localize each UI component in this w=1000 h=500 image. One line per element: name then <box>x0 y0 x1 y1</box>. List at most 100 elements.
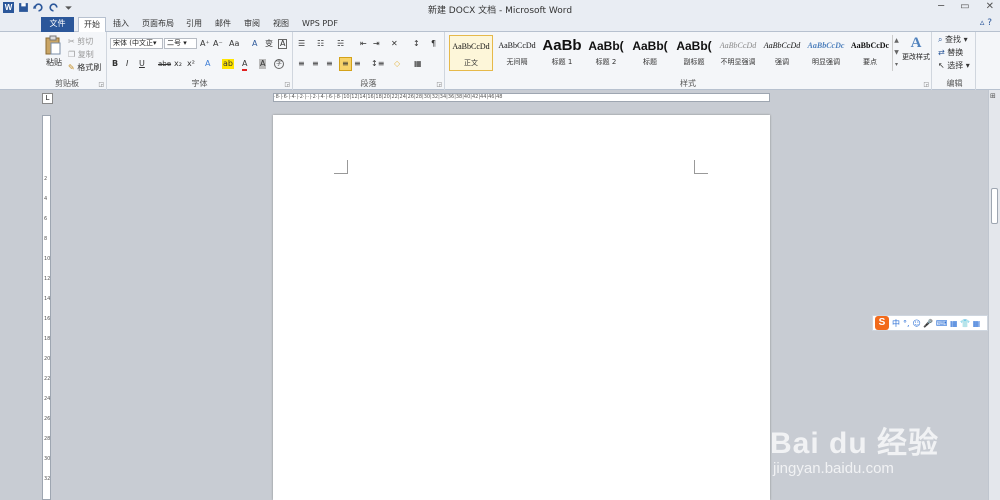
justify-button[interactable]: ≡ <box>339 57 352 71</box>
style-normal[interactable]: AaBbCcDd 正文 <box>449 35 493 71</box>
clear-format-button[interactable]: A <box>252 39 257 49</box>
paste-button[interactable]: 粘贴 <box>46 57 62 68</box>
superscript-button[interactable]: x² <box>187 59 195 69</box>
char-border-icon[interactable]: A <box>278 39 288 49</box>
cut-button[interactable]: ✂ 剪切 <box>68 36 93 47</box>
style-subtle-emphasis[interactable]: AaBbCcDd 不明显强调 <box>716 35 760 71</box>
styles-launcher-icon[interactable]: ◲ <box>923 81 929 88</box>
vertical-ruler[interactable]: 2 4 6 8 10 12 14 16 18 20 22 24 26 28 30 32 <box>42 115 51 500</box>
strikethrough-button[interactable]: abe <box>158 59 171 69</box>
bold-button[interactable]: B <box>112 59 118 69</box>
find-button[interactable]: ⌕ 查找 ▾ <box>938 34 968 45</box>
grow-font-button[interactable]: A⁺ <box>200 39 210 49</box>
subscript-button[interactable]: x₂ <box>174 59 182 69</box>
align-right-button[interactable]: ≡ <box>326 59 333 69</box>
style-name: 要点 <box>863 58 877 66</box>
highlight-button[interactable]: ab <box>222 59 234 69</box>
tab-file[interactable]: 文件 <box>41 17 74 32</box>
style-name: 标题 <box>643 58 657 66</box>
binoculars-icon: ⌕ <box>938 35 943 44</box>
font-launcher-icon[interactable]: ◲ <box>284 81 290 88</box>
style-no-spacing[interactable]: AaBbCcDd 无间隔 <box>495 35 539 71</box>
distributed-button[interactable]: ≡ <box>354 59 361 69</box>
style-emphasis[interactable]: AaBbCcDd 强调 <box>760 35 804 71</box>
restore-button[interactable]: ▭ <box>960 1 969 12</box>
phonetic-guide-icon[interactable]: 变 <box>265 39 273 49</box>
change-case-button[interactable]: Aa <box>229 39 239 49</box>
shading-button[interactable]: ◇ <box>394 59 400 69</box>
numbering-button[interactable]: ☷ <box>317 39 324 49</box>
vertical-scrollbar[interactable]: ⊞ <box>988 90 1000 500</box>
paragraph-launcher-icon[interactable]: ◲ <box>436 81 442 88</box>
replace-button[interactable]: ⇄ 替换 <box>938 47 963 58</box>
italic-button[interactable]: I <box>126 59 128 69</box>
line-spacing-button[interactable]: ↕≡ <box>371 59 384 69</box>
horizontal-ruler[interactable]: ·8·|·6·|·4·|·2·|··|·2·|·4·|·6·|·8·|10|12… <box>273 93 770 102</box>
close-button[interactable]: ✕ <box>986 1 994 12</box>
borders-button[interactable]: ▦ <box>414 59 422 69</box>
styles-group-label: 样式 <box>680 79 696 88</box>
find-label: 查找 ▾ <box>945 35 968 44</box>
text-effects-button[interactable]: A <box>205 59 210 69</box>
tab-references[interactable]: 引用 <box>181 17 207 32</box>
clipboard-launcher-icon[interactable]: ◲ <box>98 81 104 88</box>
tab-page-layout[interactable]: 页面布局 <box>137 17 179 32</box>
style-strong[interactable]: AaBbCcDc 要点 <box>848 35 892 71</box>
bullets-button[interactable]: ☰ <box>298 39 305 49</box>
font-color-button[interactable]: A <box>242 59 248 71</box>
tab-wps-pdf[interactable]: WPS PDF <box>297 17 343 32</box>
font-size-select[interactable]: 二号 ▾ <box>164 38 197 49</box>
document-page[interactable] <box>273 115 770 500</box>
style-heading-2[interactable]: AaBb( 标题 2 <box>584 35 628 71</box>
multilevel-list-button[interactable]: ☵ <box>337 39 344 49</box>
sort-button[interactable]: ↕ <box>413 39 420 49</box>
ruler-toggle-icon[interactable]: ⊞ <box>990 92 996 100</box>
copy-button[interactable]: ❐ 复制 <box>68 49 94 60</box>
enclose-char-button[interactable]: 字 <box>274 59 284 69</box>
change-styles-label: 更改样式 <box>902 53 930 61</box>
tab-mailings[interactable]: 邮件 <box>210 17 236 32</box>
paragraph-group-label: 段落 <box>360 79 377 88</box>
ime-toolbar[interactable]: S 中 °, ☺ 🎤 ⌨ ▦ 👕 ▦ <box>872 315 988 331</box>
font-family-select[interactable]: 宋体 (中文正▾ <box>110 38 163 49</box>
ime-punct[interactable]: °, <box>903 319 910 328</box>
format-painter-button[interactable]: ✎ 格式刷 <box>68 62 101 73</box>
center-button[interactable]: ≡ <box>312 59 319 69</box>
tab-insert[interactable]: 插入 <box>108 17 134 32</box>
style-preview: AaBbCcDd <box>498 41 536 50</box>
help-icon[interactable]: ▵ ? <box>980 18 992 28</box>
paragraph-group: ☰ ☷ ☵ ⇤ ⇥ ✕ ↕ ¶ ≡ ≡ ≡ ≡ ≡ ↕≡ ◇ ▦ 段落 ◲ <box>293 32 445 90</box>
vruler-mark: 22 <box>44 376 51 382</box>
select-button[interactable]: ↖ 选择 ▾ <box>938 60 970 71</box>
style-intense-emphasis[interactable]: AaBbCcDc 明显强调 <box>804 35 848 71</box>
style-heading-1[interactable]: AaBb 标题 1 <box>540 35 584 71</box>
scrollbar-thumb[interactable] <box>991 188 998 224</box>
show-marks-button[interactable]: ¶ <box>431 39 436 49</box>
tab-review[interactable]: 审阅 <box>239 17 265 32</box>
decrease-indent-button[interactable]: ⇤ <box>360 39 367 49</box>
minimize-button[interactable]: ─ <box>938 1 944 12</box>
char-shading-button[interactable]: A <box>259 59 267 69</box>
style-subtitle[interactable]: AaBb( 副标题 <box>672 35 716 71</box>
tab-view[interactable]: 视图 <box>268 17 294 32</box>
cursor-icon: ↖ <box>938 61 945 70</box>
watermark-brand: Bai du 经验 <box>770 427 940 460</box>
vruler-mark: 32 <box>44 476 51 482</box>
style-name: 无间隔 <box>506 58 528 66</box>
ime-tool-icons[interactable]: ☺ 🎤 ⌨ ▦ 👕 ▦ <box>913 319 981 328</box>
title-bar: W 新建 DOCX 文档 - Microsoft Word ─ ▭ ✕ <box>0 0 1000 16</box>
tab-selector[interactable]: L <box>42 93 53 104</box>
shrink-font-button[interactable]: A⁻ <box>213 39 223 49</box>
align-left-button[interactable]: ≡ <box>298 59 305 69</box>
tab-home[interactable]: 开始 <box>78 17 106 33</box>
ime-mode[interactable]: 中 <box>892 318 900 329</box>
style-preview: AaBb( <box>588 39 624 53</box>
increase-indent-button[interactable]: ⇥ <box>373 39 380 49</box>
style-title[interactable]: AaBb( 标题 <box>628 35 672 71</box>
sogou-logo-icon[interactable]: S <box>875 316 889 330</box>
chinese-layout-button[interactable]: ✕ <box>391 39 398 49</box>
style-name: 不明显强调 <box>720 58 756 66</box>
change-styles-button[interactable]: A 更改样式 <box>898 35 934 62</box>
paste-icon[interactable] <box>44 35 62 55</box>
underline-button[interactable]: U <box>139 59 145 69</box>
